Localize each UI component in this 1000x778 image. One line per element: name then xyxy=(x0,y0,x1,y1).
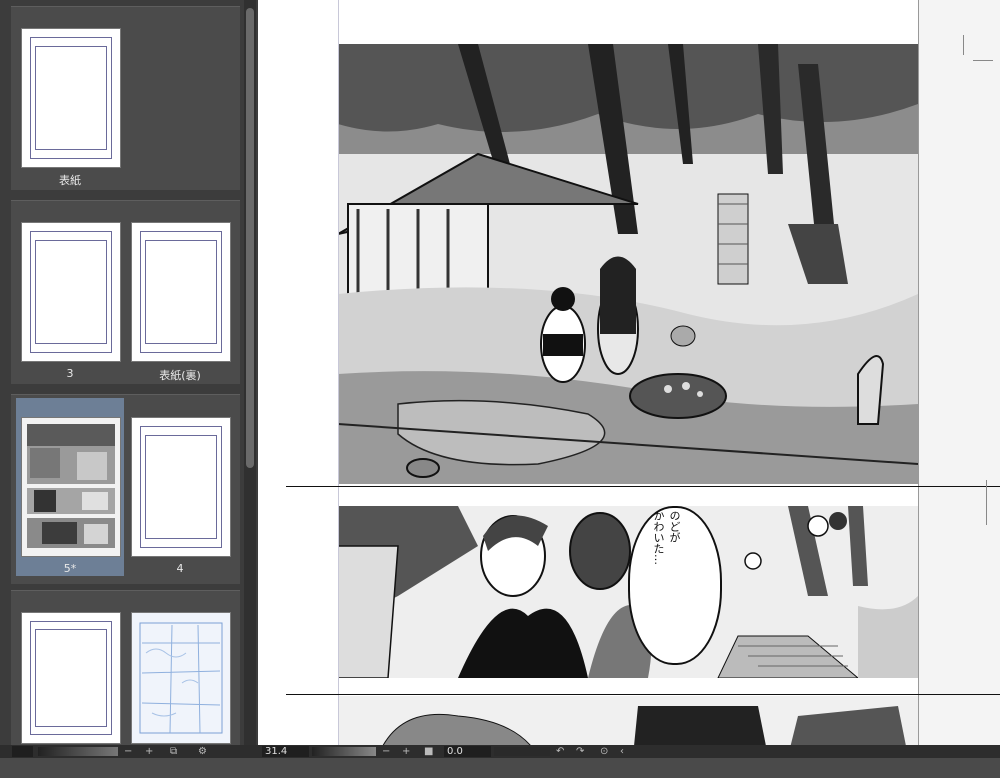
crop-mark xyxy=(963,35,964,55)
page-label-cover: 表紙 xyxy=(59,174,81,187)
page-bleed-margin xyxy=(918,0,1000,745)
panel-border-line-2 xyxy=(286,694,1000,695)
page-thumb-7[interactable] xyxy=(131,612,231,744)
rotation-field[interactable]: 0.0 xyxy=(444,746,491,757)
guide-line-right xyxy=(918,0,919,745)
zoom-in-button[interactable]: + xyxy=(402,746,410,757)
rotate-right-icon[interactable]: ↷ xyxy=(576,746,584,757)
thumb-size-field[interactable] xyxy=(12,746,33,757)
bubble-text-col2: かわいた… xyxy=(652,510,665,565)
fit-view-icon[interactable]: ■ xyxy=(424,746,433,757)
page-frame-inner xyxy=(34,239,108,345)
rotation-slider[interactable] xyxy=(494,747,550,756)
page-frame-inner xyxy=(34,45,108,151)
manga-panel-forest-pond xyxy=(338,44,918,484)
page-label-4: 4 xyxy=(176,562,184,575)
page-frame-inner xyxy=(144,239,218,345)
page-frame-inner xyxy=(144,434,218,540)
page-label-5: 5* xyxy=(63,562,77,575)
panel-forest-illustration xyxy=(338,44,918,484)
bottom-bar xyxy=(0,758,1000,778)
rotate-left-icon[interactable]: ↶ xyxy=(556,746,564,757)
guide-line-left xyxy=(338,0,339,745)
thumb-size-slider[interactable] xyxy=(38,747,118,756)
page-layout-icon[interactable]: ⧉ xyxy=(170,746,177,757)
canvas-area[interactable]: のどが かわいた… xyxy=(258,0,1000,745)
page-thumb-4[interactable] xyxy=(131,417,231,557)
reset-rotation-icon[interactable]: ⊙ xyxy=(600,746,608,757)
page-thumb-3[interactable] xyxy=(21,222,121,362)
flip-icon[interactable]: ‹ xyxy=(620,746,624,757)
manga-panel-bottom xyxy=(338,696,918,745)
zoom-out-button[interactable]: − xyxy=(382,746,390,757)
crop-mark xyxy=(986,480,987,525)
page-7-sketch-preview xyxy=(139,622,223,734)
panel-border-line xyxy=(286,486,1000,487)
page-thumb-5[interactable] xyxy=(21,417,121,557)
bubble-text-col1: のどが xyxy=(668,510,681,543)
scrollbar-thumb[interactable] xyxy=(246,8,254,468)
page-thumb-6[interactable] xyxy=(21,612,121,744)
page-label-back-cover: 表紙(裏) xyxy=(159,369,201,382)
manga-panel-characters: のどが かわいた… xyxy=(338,506,918,678)
crop-mark xyxy=(973,60,993,61)
thumb-zoom-out-button[interactable]: − xyxy=(124,746,132,757)
page-5-manga-preview xyxy=(27,424,115,548)
page-list-scrollbar[interactable] xyxy=(244,0,256,745)
zoom-field[interactable]: 31.4 xyxy=(262,746,309,757)
page-manager-panel: 表紙 3 表紙(裏) 5* 4 xyxy=(0,0,258,745)
thumb-zoom-in-button[interactable]: + xyxy=(145,746,153,757)
page-thumb-cover[interactable] xyxy=(21,28,121,168)
panel-bottom-illustration xyxy=(338,696,918,745)
page-frame-inner xyxy=(34,628,108,728)
page-settings-icon[interactable]: ⚙ xyxy=(198,746,207,757)
page-label-3: 3 xyxy=(66,367,74,380)
page-thumb-back-cover[interactable] xyxy=(131,222,231,362)
zoom-slider[interactable] xyxy=(312,747,376,756)
